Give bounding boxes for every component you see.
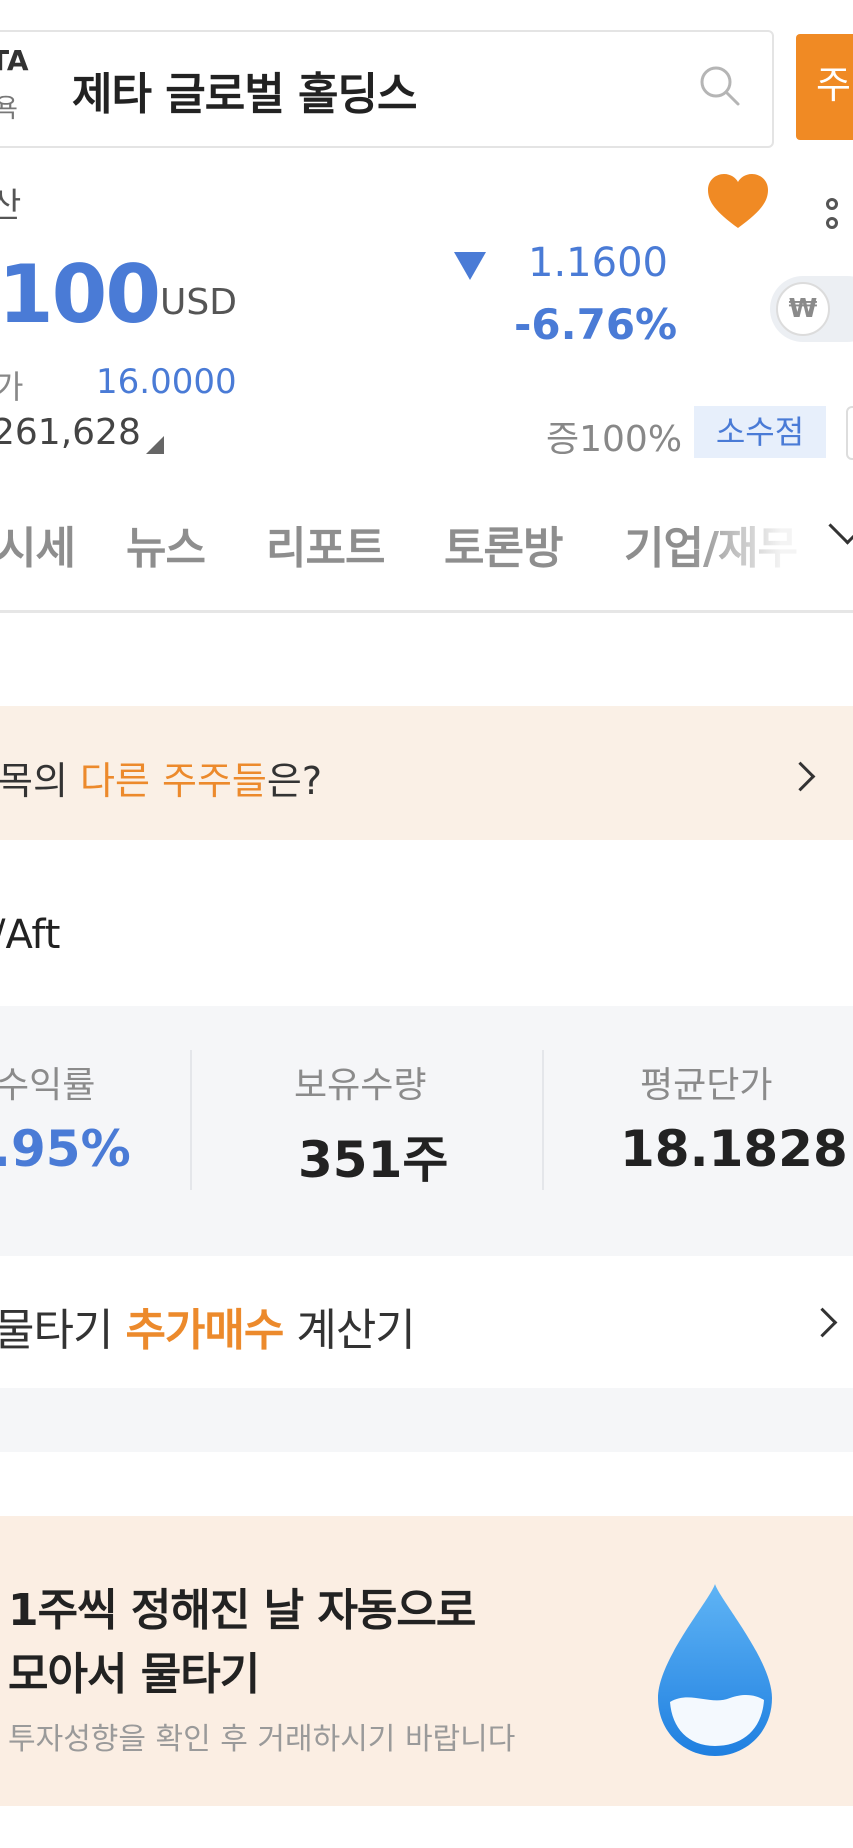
more-icon[interactable] xyxy=(826,195,853,233)
low-label: 가 xyxy=(0,368,24,406)
tab-report[interactable]: 리포트 xyxy=(266,512,385,576)
tab-news[interactable]: 뉴스 xyxy=(126,512,206,576)
won-icon: ₩ xyxy=(776,282,830,336)
promo-title-line2: 모아서 물타기 xyxy=(8,1649,260,1700)
averaging-calculator-link[interactable]: 물타기 추가매수 계산기 xyxy=(0,1294,416,1358)
fraction-badge: 소수점 xyxy=(694,406,826,458)
promo-title-line1: 1주씩 정해진 날 자동으로 xyxy=(8,1585,476,1636)
heart-icon[interactable] xyxy=(706,172,770,230)
tab-forum[interactable]: 토론방 xyxy=(444,512,563,576)
extra-badge xyxy=(846,406,853,460)
market-label: 욕 xyxy=(0,94,18,124)
margin-rate: 증100% xyxy=(546,419,683,460)
current-price: 100 xyxy=(0,248,161,341)
volume-value: 261,628 xyxy=(0,412,141,453)
expand-corner-icon[interactable] xyxy=(146,436,164,454)
stock-name[interactable]: 제타 글로벌 홀딩스 xyxy=(72,58,417,122)
tab-quote[interactable]: 시세 xyxy=(0,512,76,576)
section-gap xyxy=(0,1388,853,1452)
currency-label: USD xyxy=(160,282,237,323)
ticker-symbol: TA xyxy=(0,44,29,77)
avg-price-value: 18.1828 xyxy=(620,1120,848,1178)
return-label: 수익률 xyxy=(0,1065,96,1106)
water-drop-icon xyxy=(658,1584,772,1756)
stats-divider xyxy=(190,1050,192,1190)
low-value: 16.0000 xyxy=(96,362,237,402)
price-change: 1.1600 xyxy=(528,240,668,286)
order-button[interactable]: 주 xyxy=(796,34,853,140)
tab-fade xyxy=(690,500,820,600)
currency-toggle[interactable]: ₩ xyxy=(770,276,853,342)
quantity-label: 보유수량 xyxy=(294,1065,427,1106)
account-id: /Aft xyxy=(0,912,61,958)
other-shareholders-text: 목의 다른 주주들은? xyxy=(0,759,323,803)
price-change-percent: -6.76% xyxy=(514,300,678,349)
search-icon[interactable] xyxy=(698,64,742,108)
return-value: .95% xyxy=(0,1120,131,1178)
avg-price-label: 평균단가 xyxy=(640,1065,773,1106)
region-label: 산 xyxy=(0,186,22,226)
tab-bar: 시세 뉴스 리포트 토론방 기업/재무 xyxy=(0,500,853,613)
chevron-right-icon[interactable] xyxy=(807,1307,838,1338)
promo-subtitle: 투자성향을 확인 후 거래하시기 바랍니다 xyxy=(8,1722,516,1757)
down-arrow-icon xyxy=(454,252,486,280)
quantity-value: 351주 xyxy=(298,1131,449,1189)
stats-divider xyxy=(542,1050,544,1190)
